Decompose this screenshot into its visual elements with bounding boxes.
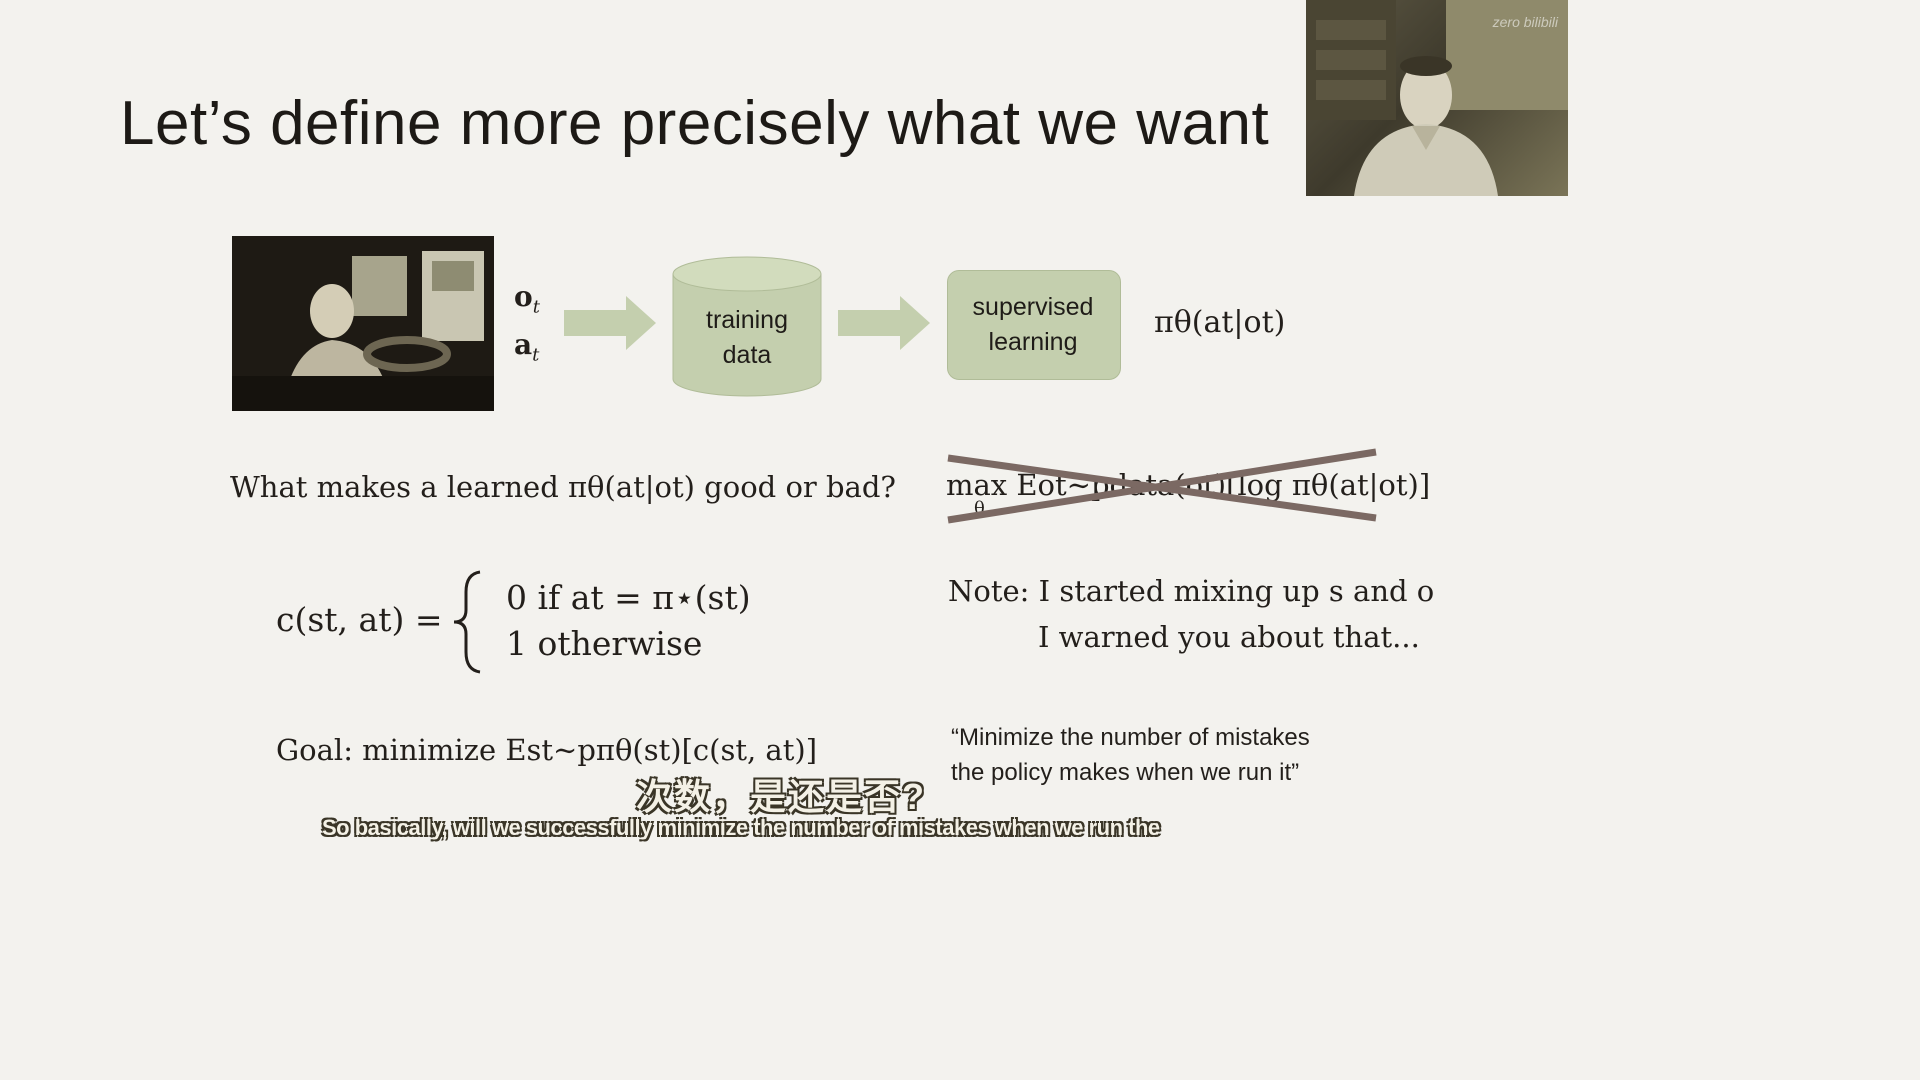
action-variable: at <box>514 328 539 366</box>
video-watermark: zero bilibili <box>1492 14 1558 30</box>
goal-expression: Goal: minimize Est∼pπθ(st)[c(st, at)] <box>276 733 818 767</box>
observation-symbol: o <box>514 280 533 313</box>
slide-title: Let’s define more precisely what we want <box>120 89 1270 158</box>
supervised-learning-label: supervised learning <box>947 290 1119 360</box>
training-data-line-1: training <box>706 306 788 334</box>
action-subscript: t <box>532 344 540 366</box>
supervised-learning-line-2: learning <box>988 328 1078 356</box>
driver-photo <box>232 236 494 411</box>
note-line-2: I warned you about that... <box>1038 620 1420 654</box>
right-arrow-icon <box>564 296 656 350</box>
cost-case-1: 0 if at = π⋆(st) <box>506 578 751 617</box>
subtitle-chinese: 次数，是还是否? <box>636 776 926 817</box>
training-data-label: training data <box>672 303 822 373</box>
observation-variable: ot <box>514 280 540 318</box>
right-arrow-icon <box>838 296 930 350</box>
quote-line-1: “Minimize the number of mistakes <box>951 724 1310 751</box>
policy-expression: πθ(at|ot) <box>1154 305 1286 340</box>
strikethrough-cross <box>947 448 1377 524</box>
cost-lhs: c(st, at) = <box>276 600 443 639</box>
presenter-webcam: zero bilibili <box>1306 0 1568 196</box>
supervised-learning-line-1: supervised <box>972 293 1094 321</box>
note-line-1: Note: I started mixing up s and o <box>948 574 1435 608</box>
quote-line-2: the policy makes when we run it” <box>951 759 1300 786</box>
driver-photo-illustration <box>232 236 494 411</box>
action-symbol: a <box>514 328 533 361</box>
left-brace-icon <box>453 570 481 674</box>
training-data-line-2: data <box>722 341 772 369</box>
question-text: What makes a learned πθ(at|ot) good or b… <box>230 470 896 504</box>
cost-case-2: 1 otherwise <box>506 624 703 663</box>
observation-subscript: t <box>532 296 540 318</box>
subtitle-english: So basically, will we successfully minim… <box>322 815 1160 840</box>
